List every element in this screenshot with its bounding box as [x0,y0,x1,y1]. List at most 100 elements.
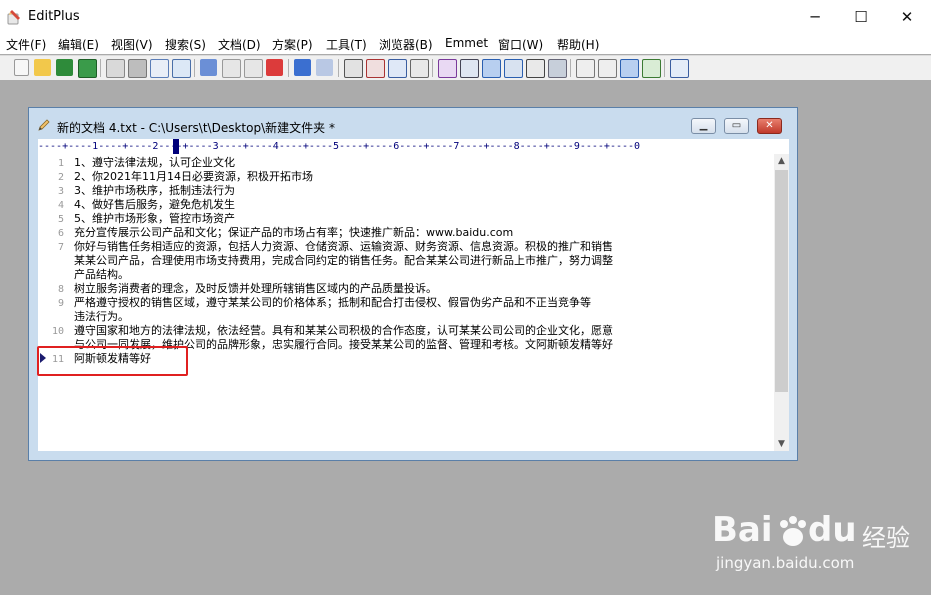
browser-icon[interactable] [172,59,191,78]
editor-line: 2 2、你2021年11月14日必要资源，积极开拓市场 [38,170,313,184]
editor-line: 3 3、维护市场秩序，抵制违法行为 [38,184,235,198]
menu-help[interactable]: 帮助(H) [557,36,599,53]
find-icon[interactable] [344,59,363,78]
line-number: 5 [57,214,64,225]
undo-icon[interactable] [294,59,311,76]
abc-icon[interactable] [526,59,545,78]
watermark-cn: 经验 [862,524,910,552]
open-folder-icon[interactable] [34,59,51,76]
editor-line-wrapped: 某某公司产品，合理使用市场支持费用，完成合同约定的销售任务。配合某某公司进行新品… [74,254,613,267]
menu-tools[interactable]: 工具(T) [326,36,367,53]
scroll-up-icon[interactable]: ▲ [774,154,789,168]
heading-icon[interactable] [460,59,479,78]
text-editor[interactable]: 1 1、遵守法律法规，认可企业文化 2 2、你2021年11月14日必要资源，积极开… [38,154,774,451]
document-title: 新的文档 4.txt - C:\Users\t\Desktop\新建文件夹 * [57,121,335,135]
new-file-icon[interactable] [14,59,29,76]
editor-line: 5 5、维护市场形象，管控市场资产 [38,212,235,226]
menu-window[interactable]: 窗口(W) [498,36,543,53]
line-number: 2 [57,172,64,183]
line-text: 充分宣传展示公司产品和文化；保证产品的市场占有率；快速推广新品：www.baid… [74,226,514,239]
pencil-icon [38,119,50,131]
line-text: 3、维护市场秩序，抵制违法行为 [74,184,235,197]
ruler-cursor-marker [173,139,179,154]
menu-edit[interactable]: 编辑(E) [58,36,99,53]
editor-line: 7 你好与销售任务相适应的资源，包括人力资源、仓储资源、运输资源、财务资源、信息资… [38,240,613,254]
scroll-down-icon[interactable]: ▼ [774,437,789,451]
spell-check-icon[interactable] [150,59,169,78]
font-icon[interactable] [438,59,457,78]
editor-line: 10 遵守国家和地方的法律法规，依法经营。具有和某某公司积极的合作态度，认可某某公… [38,324,613,338]
document-selector-icon[interactable] [620,59,639,78]
menu-document[interactable]: 文档(D) [218,36,261,53]
redo-icon[interactable] [316,59,333,76]
print-preview-icon[interactable] [106,59,125,78]
menu-project[interactable]: 方案(P) [272,36,313,53]
menu-emmet[interactable]: Emmet [445,36,488,50]
menu-bar: 文件(F) 编辑(E) 视图(V) 搜索(S) 文档(D) 方案(P) 工具(T… [0,34,931,54]
editor-line-wrapped: 违法行为。 [74,310,129,323]
watermark-brand-suffix: du [808,510,857,550]
line-number: 1 [57,158,64,169]
editor-line: 6 充分宣传展示公司产品和文化；保证产品的市场占有率；快速推广新品：www.bai… [38,226,513,240]
delete-icon[interactable] [266,59,283,76]
app-title: EditPlus [28,9,80,24]
copy-icon[interactable] [222,59,241,78]
editplus-app-icon [7,10,20,25]
doc-close-button[interactable]: ✕ [757,118,782,134]
doc-restore-button[interactable]: ▭ [724,118,749,134]
line-number: 9 [57,298,64,309]
paw-icon [780,516,806,546]
cliptext-icon[interactable] [576,59,595,78]
directory-icon[interactable] [598,59,617,78]
doc-minimize-button[interactable]: ▁ [691,118,716,134]
minimize-button[interactable]: ─ [792,0,838,34]
go-to-icon[interactable] [388,59,407,78]
highlight-annotation-box [37,346,188,376]
line-number: 10 [51,326,64,337]
watermark-url: jingyan.baidu.com [716,554,855,572]
line-text: 5、维护市场形象，管控市场资产 [74,212,235,225]
editor-line: 1 1、遵守法律法规，认可企业文化 [38,156,235,170]
line-text: 遵守国家和地方的法律法规，依法经营。具有和某某公司积极的合作态度，认可某某公司公… [74,324,613,337]
line-number: 7 [57,242,64,253]
settings-icon[interactable] [548,59,567,78]
line-text: 1、遵守法律法规，认可企业文化 [74,156,235,169]
menu-view[interactable]: 视图(V) [111,36,153,53]
title-bar: EditPlus ─ ☐ ✕ [0,0,931,34]
help-icon[interactable] [670,59,689,78]
line-text: 树立服务消费者的理念，及时反馈并处理所辖销售区域内的产品质量投诉。 [74,282,437,295]
ruler: ----+----1----+----2----+----3----+----4… [38,139,789,155]
editor-line: 4 4、做好售后服务，避免危机发生 [38,198,235,212]
line-number: 4 [57,200,64,211]
print-icon[interactable] [128,59,147,78]
toolbar [0,55,931,81]
line-text: 你好与销售任务相适应的资源，包括人力资源、仓储资源、运输资源、财务资源、信息资源… [74,240,613,253]
cut-icon[interactable] [200,59,217,76]
line-text: 严格遵守授权的销售区域，遵守某某公司的价格体系；抵制和配合打击侵权、假冒伪劣产品… [74,296,591,309]
line-text: 2、你2021年11月14日必要资源，积极开拓市场 [74,170,313,183]
watermark-brand: Bai [712,510,773,550]
menu-search[interactable]: 搜索(S) [165,36,206,53]
word-wrap-icon[interactable] [410,59,429,78]
editor-line: 8 树立服务消费者的理念，及时反馈并处理所辖销售区域内的产品质量投诉。 [38,282,437,296]
line-number-icon[interactable] [504,59,523,78]
replace-icon[interactable] [366,59,385,78]
word-wrap-toggle-icon[interactable] [482,59,501,78]
close-button[interactable]: ✕ [884,0,930,34]
scrollbar-thumb[interactable] [775,170,788,392]
paste-icon[interactable] [244,59,263,78]
save-icon[interactable] [56,59,73,76]
save-all-icon[interactable] [78,59,97,78]
vertical-scrollbar[interactable]: ▲ ▼ [774,154,789,451]
document-window: 新的文档 4.txt - C:\Users\t\Desktop\新建文件夹 * … [28,107,798,461]
menu-browser[interactable]: 浏览器(B) [379,36,433,53]
line-number: 8 [57,284,64,295]
line-text: 4、做好售后服务，避免危机发生 [74,198,235,211]
ruler-scale: ----+----1----+----2----+----3----+----4… [38,141,641,152]
editor-line-wrapped: 产品结构。 [74,268,129,281]
line-number: 6 [57,228,64,239]
output-window-icon[interactable] [642,59,661,78]
baidu-jingyan-watermark: Bai du 经验 jingyan.baidu.com [712,510,912,580]
maximize-button[interactable]: ☐ [838,0,884,34]
menu-file[interactable]: 文件(F) [6,36,46,53]
